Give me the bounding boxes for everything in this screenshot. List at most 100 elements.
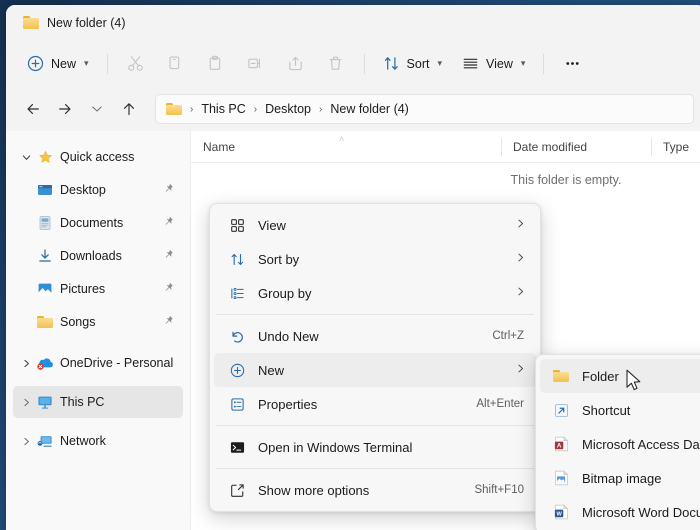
forward-button[interactable] xyxy=(50,94,80,124)
context-menu-item-properties[interactable]: Properties Alt+Enter xyxy=(214,387,536,421)
context-menu-item-new[interactable]: New xyxy=(214,353,536,387)
new-submenu: Folder Shortcut A Microsoft Access Da Bi… xyxy=(535,354,700,530)
sidebar-item-downloads[interactable]: Downloads xyxy=(13,240,183,272)
breadcrumb-item-current[interactable]: New folder (4) xyxy=(326,100,413,118)
new-button-label: New xyxy=(51,56,77,71)
context-menu-item-undo-new[interactable]: Undo New Ctrl+Z xyxy=(214,319,536,353)
chevron-right-icon[interactable] xyxy=(17,397,35,408)
context-menu-item-label: View xyxy=(258,217,286,233)
explorer-tab[interactable]: New folder (4) xyxy=(19,9,136,37)
context-menu-item-show-more-options[interactable]: Show more options Shift+F10 xyxy=(214,473,536,507)
star-icon xyxy=(35,150,55,165)
chevron-down-icon xyxy=(92,106,102,112)
context-menu-item-label: Show more options xyxy=(258,482,370,498)
group-list-icon xyxy=(226,286,248,301)
undo-icon xyxy=(226,329,248,344)
submenu-item-label: Shortcut xyxy=(582,402,631,418)
column-headers: Name Date modified Type ˄ xyxy=(191,131,700,163)
cut-button[interactable] xyxy=(117,48,155,80)
sidebar-item-this-pc[interactable]: This PC xyxy=(13,386,183,418)
title-bar: New folder (4) xyxy=(6,5,700,40)
column-header-type[interactable]: Type xyxy=(651,131,700,162)
folder-icon xyxy=(23,16,39,29)
sidebar-item-onedrive[interactable]: OneDrive - Personal xyxy=(13,347,183,379)
context-menu-separator xyxy=(216,314,534,315)
address-bar: › This PC › Desktop › New folder (4) xyxy=(6,87,700,131)
network-icon xyxy=(35,433,55,449)
context-menu-item-view[interactable]: View xyxy=(214,208,536,242)
arrow-up-icon xyxy=(123,103,135,116)
delete-button[interactable] xyxy=(317,48,355,80)
sidebar-item-documents[interactable]: Documents xyxy=(13,207,183,239)
submenu-item-shortcut[interactable]: Shortcut xyxy=(540,393,700,427)
context-menu-item-label: Open in Windows Terminal xyxy=(258,439,413,455)
sidebar-item-pictures[interactable]: Pictures xyxy=(13,273,183,305)
folder-icon xyxy=(35,315,55,329)
plus-circle-icon xyxy=(27,55,44,72)
context-menu-item-label: Sort by xyxy=(258,251,300,267)
pin-icon[interactable] xyxy=(162,282,174,297)
recent-locations-button[interactable] xyxy=(82,94,112,124)
copy-icon xyxy=(169,56,180,70)
paste-button[interactable] xyxy=(197,48,235,80)
chevron-right-icon xyxy=(507,286,526,300)
share-button[interactable] xyxy=(277,48,315,80)
submenu-item-microsoft-word-document[interactable]: W Microsoft Word Document xyxy=(540,495,700,529)
rename-button[interactable] xyxy=(237,48,275,80)
new-button[interactable]: New ▾ xyxy=(18,48,98,80)
submenu-item-bitmap-image[interactable]: Bitmap image xyxy=(540,461,700,495)
context-menu-item-sort-by[interactable]: Sort by xyxy=(214,242,536,276)
sidebar-item-label: Downloads xyxy=(60,249,122,263)
breadcrumb-item-this-pc[interactable]: This PC xyxy=(197,100,249,118)
explorer-window: New folder (4) New ▾ Sort ▾ View ▾ › Thi… xyxy=(6,5,700,530)
chevron-right-icon[interactable] xyxy=(17,436,35,447)
sidebar-item-desktop[interactable]: Desktop xyxy=(13,174,183,206)
see-more-button[interactable] xyxy=(553,48,591,80)
column-header-name[interactable]: Name xyxy=(191,131,501,162)
arrow-left-icon xyxy=(27,103,39,115)
pin-icon[interactable] xyxy=(162,183,174,198)
sidebar-item-network[interactable]: Network xyxy=(13,425,183,457)
show-more-icon xyxy=(226,483,248,498)
copy-button[interactable] xyxy=(157,48,195,80)
sort-button[interactable]: Sort ▾ xyxy=(374,48,451,80)
pictures-icon xyxy=(35,281,55,297)
back-button[interactable] xyxy=(18,94,48,124)
chevron-down-icon: ▾ xyxy=(437,58,443,68)
chevron-down-icon[interactable] xyxy=(17,152,35,163)
grid-view-icon xyxy=(226,218,248,233)
context-menu-item-label: Group by xyxy=(258,285,312,301)
svg-text:W: W xyxy=(556,511,562,517)
sort-arrows-icon xyxy=(384,57,398,70)
submenu-item-folder[interactable]: Folder xyxy=(540,359,700,393)
sidebar-item-quick-access[interactable]: Quick access xyxy=(13,141,183,173)
chevron-right-icon[interactable] xyxy=(17,358,35,369)
submenu-item-label: Bitmap image xyxy=(582,470,662,486)
context-menu-item-shortcut: Shift+F10 xyxy=(474,484,524,496)
cut-icon xyxy=(128,56,143,71)
onedrive-error-icon xyxy=(35,355,55,371)
pin-icon[interactable] xyxy=(162,249,174,264)
context-menu-item-group-by[interactable]: Group by xyxy=(214,276,536,310)
view-button[interactable]: View ▾ xyxy=(453,48,534,80)
toolbar-separator-2 xyxy=(363,53,365,74)
pin-icon[interactable] xyxy=(162,216,174,231)
sidebar-item-songs[interactable]: Songs xyxy=(13,306,183,338)
empty-folder-message: This folder is empty. xyxy=(510,173,622,187)
sort-ascending-caret-icon: ˄ xyxy=(339,134,345,144)
pin-icon[interactable] xyxy=(162,315,174,330)
column-header-label: Type xyxy=(663,139,690,154)
sidebar-item-label: OneDrive - Personal xyxy=(60,356,174,370)
breadcrumb-item-desktop[interactable]: Desktop xyxy=(261,100,315,118)
command-bar: New ▾ Sort ▾ View ▾ xyxy=(6,40,700,87)
column-header-date-modified[interactable]: Date modified xyxy=(501,131,651,162)
context-menu-item-open-in-windows-terminal[interactable]: Open in Windows Terminal xyxy=(214,430,536,464)
breadcrumb[interactable]: › This PC › Desktop › New folder (4) xyxy=(155,94,694,124)
rename-icon xyxy=(248,58,261,69)
submenu-item-label: Microsoft Access Database xyxy=(582,436,700,452)
submenu-item-microsoft-access-database[interactable]: A Microsoft Access Database xyxy=(540,427,700,461)
submenu-item-label: Folder xyxy=(582,368,619,384)
chevron-right-icon xyxy=(507,218,526,232)
arrow-right-icon xyxy=(59,103,71,115)
up-button[interactable] xyxy=(114,94,144,124)
